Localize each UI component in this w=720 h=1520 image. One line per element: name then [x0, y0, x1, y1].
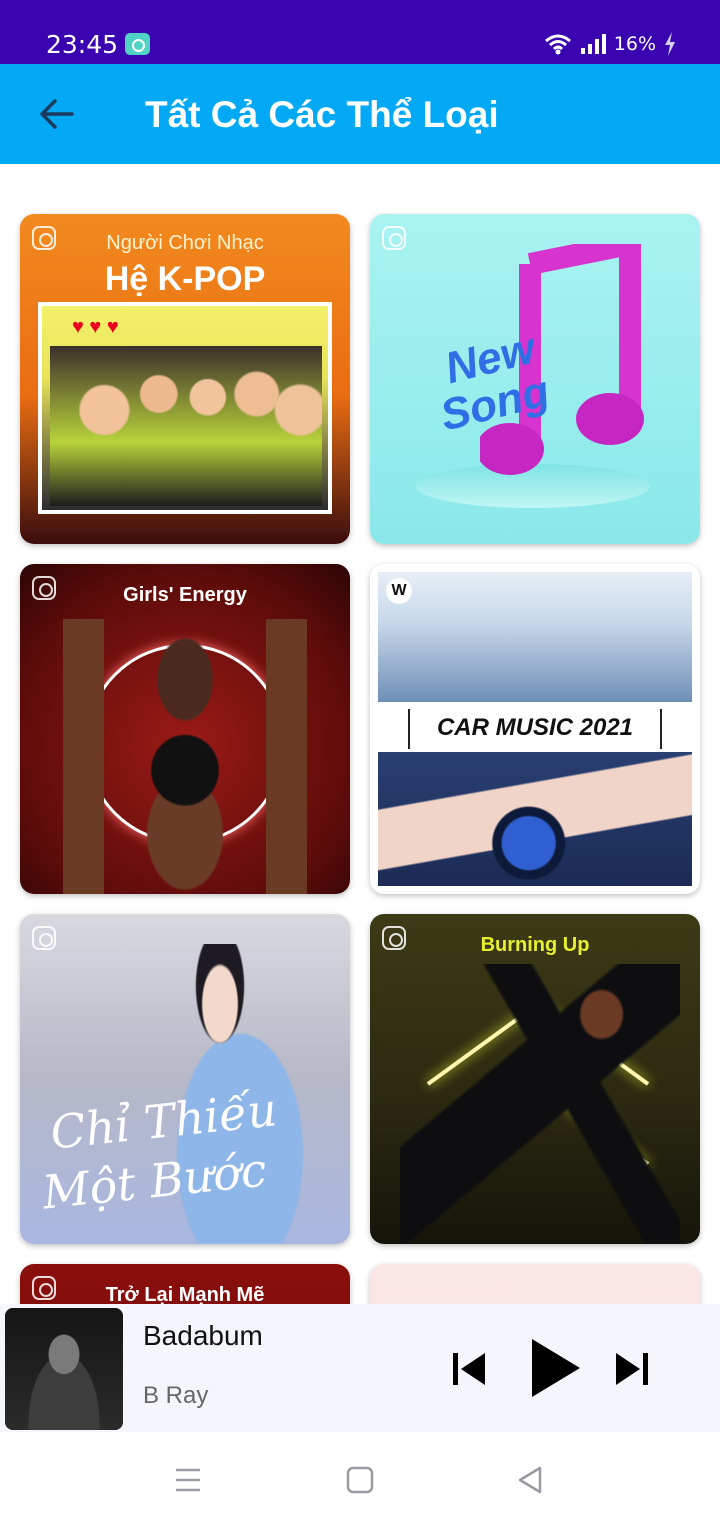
- notification-app-icon: [125, 33, 150, 55]
- genre-card-tro-lai-manh-me[interactable]: Trở Lại Mạnh Mẽ: [20, 1264, 350, 1304]
- athlete-photo: [40, 619, 330, 894]
- genre-card-burning-up[interactable]: Burning Up: [370, 914, 700, 1244]
- status-bar: 23:45 16%: [0, 0, 720, 64]
- card-caption-small: Burning Up: [480, 934, 590, 956]
- status-time: 23:45: [46, 30, 119, 59]
- genre-grid: Người Chơi Nhạc Hệ K-POP ♥ ♥ ♥ New Song …: [0, 164, 720, 1304]
- menu-icon[interactable]: [168, 1460, 208, 1500]
- wifi-icon: [544, 34, 571, 55]
- card-caption-small: Trở Lại Mạnh Mẽ: [105, 1284, 265, 1304]
- skip-next-icon[interactable]: [614, 1353, 648, 1385]
- zing-badge-icon: [382, 226, 406, 250]
- skip-previous-icon[interactable]: [453, 1353, 487, 1385]
- song-title: Badabum: [143, 1320, 263, 1351]
- status-indicators: 16%: [544, 30, 676, 58]
- page-title: Tất Cả Các Thể Loại: [145, 94, 499, 135]
- w-logo-icon: W: [386, 578, 412, 604]
- signal-icon: [580, 34, 606, 54]
- home-icon[interactable]: [340, 1460, 380, 1500]
- back-nav-icon[interactable]: [510, 1460, 550, 1500]
- genre-card-kpop[interactable]: Người Chơi Nhạc Hệ K-POP ♥ ♥ ♥: [20, 214, 350, 544]
- system-nav-bar: [0, 1432, 720, 1520]
- group-photo: [50, 346, 322, 506]
- genre-card-new-song[interactable]: New Song: [370, 214, 700, 544]
- card-caption-small: Người Chơi Nhạc: [106, 232, 264, 254]
- genre-card-girls-energy[interactable]: Girls' Energy: [20, 564, 350, 894]
- play-icon[interactable]: [532, 1339, 580, 1397]
- card-caption-small: Girls' Energy: [123, 584, 247, 606]
- card-caption-big: Hệ K-POP: [104, 260, 266, 298]
- album-art: [5, 1308, 123, 1430]
- hearts-icon: ♥ ♥ ♥: [72, 316, 119, 338]
- runner-photo: [400, 964, 680, 1244]
- app-bar: Tất Cả Các Thể Loại: [0, 64, 720, 164]
- artist-photo: [5, 1308, 123, 1430]
- zing-badge-icon: [32, 926, 56, 950]
- mini-player[interactable]: Badabum B Ray: [0, 1304, 720, 1432]
- charging-icon: [665, 32, 675, 56]
- genre-card-chi-thieu-mot-buoc[interactable]: Chỉ Thiếu Một Bước: [20, 914, 350, 1244]
- arrow-left-icon: [40, 99, 74, 129]
- battery-percent: 16%: [613, 33, 656, 55]
- sea-photo: [378, 572, 692, 702]
- kpop-photo-frame: ♥ ♥ ♥: [38, 302, 332, 514]
- car-photo: [378, 752, 692, 886]
- back-button[interactable]: [30, 88, 82, 140]
- genre-card-car-music[interactable]: W CAR MUSIC 2021: [370, 564, 700, 894]
- artist-name: B Ray: [143, 1382, 209, 1409]
- card-caption-big: CAR MUSIC 2021: [436, 714, 634, 741]
- genre-card-8[interactable]: [370, 1264, 700, 1304]
